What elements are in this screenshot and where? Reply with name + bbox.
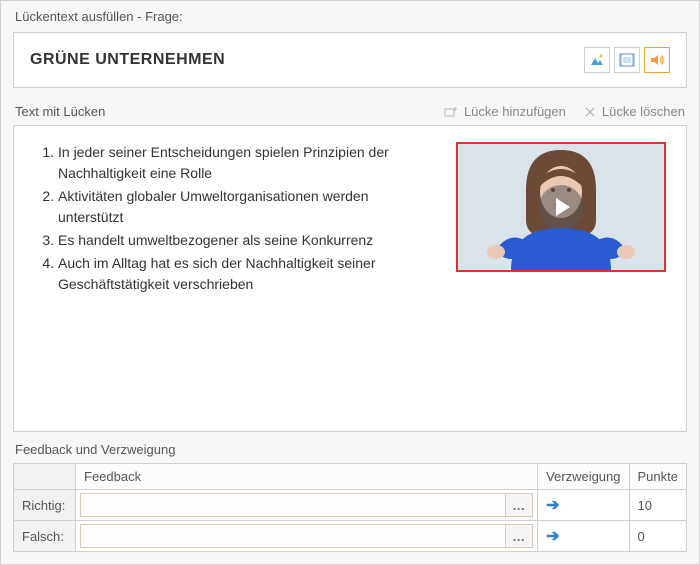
gap-text-list: In jeder seiner Entscheidungen spielen P…: [58, 142, 436, 295]
text-section-label: Text mit Lücken: [15, 104, 105, 119]
content-box: In jeder seiner Entscheidungen spielen P…: [13, 125, 687, 432]
close-icon: [584, 106, 596, 118]
list-item[interactable]: Aktivitäten globaler Umweltorganisatione…: [58, 186, 436, 228]
play-button[interactable]: [539, 185, 583, 229]
feedback-table: Feedback Verzweigung Punkte Richtig: … ➔…: [13, 463, 687, 552]
image-icon: [589, 53, 605, 67]
delete-gap-button[interactable]: Lücke löschen: [584, 104, 685, 119]
delete-gap-label: Lücke löschen: [602, 104, 685, 119]
question-box: GRÜNE UNTERNEHMEN: [13, 32, 687, 88]
feedback-section-label: Feedback und Verzweigung: [1, 432, 699, 463]
table-row-correct: Richtig: … ➔ 10: [14, 490, 687, 521]
image-media-button[interactable]: [584, 47, 610, 73]
branch-button-wrong[interactable]: ➔: [546, 528, 559, 545]
add-gap-label: Lücke hinzufügen: [464, 104, 566, 119]
text-column: In jeder seiner Entscheidungen spielen P…: [34, 142, 436, 417]
feedback-input-correct[interactable]: [80, 493, 505, 517]
audio-media-button[interactable]: [644, 47, 670, 73]
text-toolbar: Text mit Lücken Lücke hinzufügen Lücke l…: [1, 98, 699, 125]
empty-header: [14, 464, 76, 490]
question-header-label: Lückentext ausfüllen - Frage:: [1, 1, 699, 32]
video-preview[interactable]: [456, 142, 666, 272]
row-label-wrong: Falsch:: [14, 521, 76, 552]
feedback-more-button-wrong[interactable]: …: [505, 524, 533, 548]
row-label-correct: Richtig:: [14, 490, 76, 521]
branch-button-correct[interactable]: ➔: [546, 497, 559, 514]
add-gap-icon: [444, 106, 458, 118]
branch-header-cell: Verzweigung: [538, 464, 629, 490]
list-item[interactable]: In jeder seiner Entscheidungen spielen P…: [58, 142, 436, 184]
feedback-header-cell: Feedback: [76, 464, 538, 490]
media-buttons: [584, 47, 670, 73]
points-header-cell: Punkte: [629, 464, 686, 490]
points-wrong[interactable]: 0: [629, 521, 686, 552]
table-row-wrong: Falsch: … ➔ 0: [14, 521, 687, 552]
feedback-more-button-correct[interactable]: …: [505, 493, 533, 517]
fill-in-blanks-panel: Lückentext ausfüllen - Frage: GRÜNE UNTE…: [0, 0, 700, 565]
table-header-row: Feedback Verzweigung Punkte: [14, 464, 687, 490]
question-title: GRÜNE UNTERNEHMEN: [30, 51, 225, 69]
feedback-input-wrong[interactable]: [80, 524, 505, 548]
video-column: [456, 142, 666, 417]
list-item[interactable]: Auch im Alltag hat es sich der Nachhalti…: [58, 253, 436, 295]
list-item[interactable]: Es handelt umweltbezogener als seine Kon…: [58, 230, 436, 251]
film-icon: [619, 53, 635, 67]
add-gap-button[interactable]: Lücke hinzufügen: [444, 104, 566, 119]
play-icon: [554, 197, 572, 217]
speaker-icon: [649, 53, 665, 67]
points-correct[interactable]: 10: [629, 490, 686, 521]
video-media-button[interactable]: [614, 47, 640, 73]
